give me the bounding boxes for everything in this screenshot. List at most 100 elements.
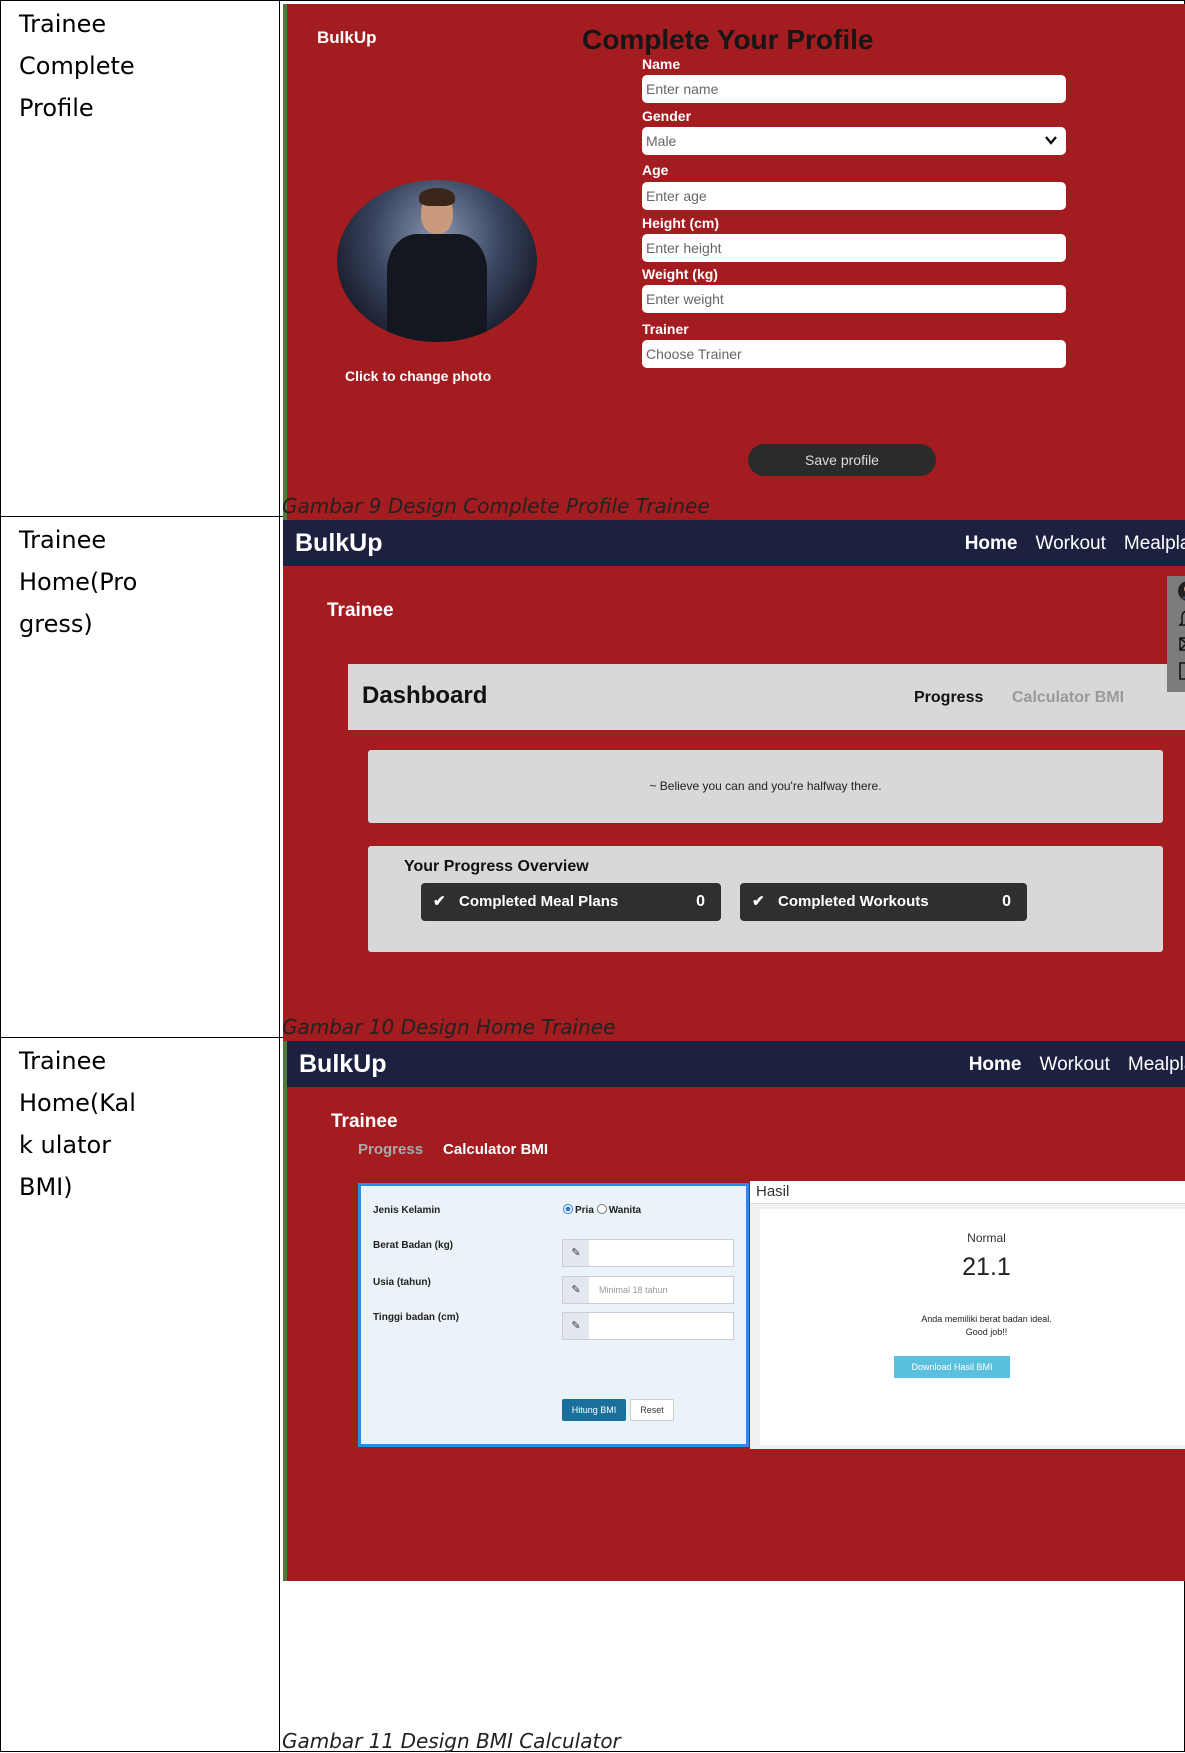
result-title: Hasil [756,1183,790,1200]
weight-label: Weight (kg) [642,266,718,282]
row-content: BulkUp Complete Your Profile Click to ch… [279,0,1185,539]
bell-icon[interactable] [1177,607,1185,629]
role-title: Trainee [331,1111,398,1132]
height-input[interactable]: ✎ [562,1312,734,1340]
gender-select[interactable]: Male [642,127,1066,155]
change-photo-link[interactable]: Click to change photo [345,368,491,384]
complete-profile-screen: BulkUp Complete Your Profile Click to ch… [283,4,1185,539]
pencil-icon: ✎ [563,1313,589,1339]
overview-title: Your Progress Overview [404,858,589,875]
figure-caption: Gambar 9 Design Complete Profile Trainee [282,494,710,518]
trainer-select[interactable]: Choose Trainer [642,340,1066,368]
age-label: Age [642,162,669,178]
nav-mealplan[interactable]: Mealplan [1128,1054,1185,1075]
name-label: Name [642,56,681,72]
dashboard-title: Dashboard [362,682,488,709]
motivation-quote: ~ Believe you can and you're halfway the… [368,750,1163,823]
save-profile-button[interactable]: Save profile [748,444,936,476]
figure-caption: Gambar 11 Design BMI Calculator [282,1729,621,1753]
card-count: 0 [1002,893,1011,910]
role-title: Trainee [327,600,394,621]
page-title: Complete Your Profile [582,24,874,55]
figure-caption: Gambar 10 Design Home Trainee [282,1015,616,1039]
progress-overview: Your Progress Overview ✔ Completed Meal … [368,846,1163,952]
row-content: BulkUp Home Workout Mealplan Trainee Progr… [279,1037,1185,1753]
card-label: Completed Meal Plans [459,893,619,910]
bmi-message: Anda memiliki berat badan ideal. Good jo… [921,1314,1052,1337]
tab-calculator-bmi[interactable]: Calculator BMI [443,1141,548,1158]
workouts-card[interactable]: ✔ Completed Workouts 0 [740,883,1027,921]
mail-icon[interactable] [1177,633,1185,655]
home-progress-screen: BulkUp Home Workout Mealplan Trainee Dashb… [283,520,1185,1065]
tab-progress[interactable]: Progress [914,689,983,707]
bmi-category: Normal [967,1231,1006,1245]
design-table: Trainee Complete Profile BulkUp Complete… [0,0,1185,1753]
result-panel: Hasil Normal 21.1 Anda memiliki berat ba… [750,1181,1185,1449]
age-placeholder: Minimal 18 tahun [599,1285,668,1295]
weight-label: Berat Badan (kg) [373,1240,454,1251]
tab-progress[interactable]: Progress [358,1141,423,1158]
avatar[interactable] [1177,580,1185,602]
nav-home[interactable]: Home [965,533,1018,554]
logout-icon[interactable] [1177,660,1185,682]
photo-hair [419,188,455,206]
chevron-down-icon [1045,136,1057,145]
height-input[interactable]: Enter height [642,234,1066,262]
bmi-form: Jenis Kelamin Pria Wanita Berat Badan (k… [358,1183,749,1447]
table-row: Trainee Complete Profile BulkUp Complete… [0,0,1185,539]
radio-pria-label: Pria [575,1205,594,1216]
gender-value: Male [646,133,677,149]
weight-input[interactable]: Enter weight [642,285,1066,313]
nav-links: Home Workout Mealplan [947,533,1185,555]
age-input[interactable]: ✎ Minimal 18 tahun [562,1276,734,1304]
weight-input[interactable]: ✎ [562,1239,734,1267]
row-label: Trainee Complete Profile [0,0,280,517]
app-logo[interactable]: BulkUp [317,28,377,48]
side-toolbar [1167,576,1185,692]
gender-label: Jenis Kelamin [373,1205,441,1216]
bmi-value: 21.1 [962,1253,1011,1281]
photo-body [387,234,487,342]
pencil-icon: ✎ [563,1277,589,1303]
nav-links: Home Workout Mealplan [951,1054,1185,1076]
bmi-calculator-screen: BulkUp Home Workout Mealplan Trainee Progr… [283,1041,1185,1581]
age-input[interactable]: Enter age [642,182,1066,210]
trainer-label: Trainer [642,321,689,337]
radio-wanita[interactable] [596,1204,607,1214]
calculate-bmi-button[interactable]: Hitung BMI [562,1399,626,1421]
quote-text: Believe you can and you're halfway there… [659,779,882,793]
radio-pria[interactable] [563,1204,573,1214]
nav-mealplan[interactable]: Mealplan [1124,533,1185,554]
row-content: BulkUp Home Workout Mealplan Trainee Dashb… [279,516,1185,1065]
check-icon: ✔ [433,893,446,910]
app-logo[interactable]: BulkUp [295,529,383,558]
reset-button[interactable]: Reset [630,1399,674,1421]
result-header: Hasil [750,1181,1185,1204]
row-label: Trainee Home(Kal k ulator BMI) [0,1037,280,1752]
gender-radios: Pria Wanita [563,1204,641,1216]
meal-plans-card[interactable]: ✔ Completed Meal Plans 0 [421,883,721,921]
name-input[interactable]: Enter name [642,75,1066,103]
table-row: Trainee Home(Kal k ulator BMI) BulkUp Ho… [0,1037,1185,1753]
pencil-icon: ✎ [563,1240,589,1266]
navbar: BulkUp Home Workout Mealplan [287,1041,1185,1087]
row-label: Trainee Home(Pro gress) [0,516,280,1038]
card-count: 0 [696,893,705,910]
tabs: Progress Calculator BMI [358,1141,548,1158]
tab-calculator-bmi[interactable]: Calculator BMI [1012,689,1124,707]
profile-photo[interactable] [337,180,537,342]
nav-workout[interactable]: Workout [1035,533,1105,554]
nav-workout[interactable]: Workout [1039,1054,1109,1075]
card-label: Completed Workouts [778,893,929,910]
check-icon: ✔ [752,893,765,910]
height-label: Tinggi badan (cm) [373,1312,459,1323]
result-body: Normal 21.1 Anda memiliki berat badan id… [760,1209,1185,1445]
navbar: BulkUp Home Workout Mealplan [283,520,1185,566]
app-logo[interactable]: BulkUp [299,1050,387,1079]
gender-label: Gender [642,108,692,124]
nav-home[interactable]: Home [969,1054,1022,1075]
trend-icon: ~ [649,779,657,793]
download-bmi-button[interactable]: Download Hasil BMI [894,1356,1010,1378]
dashboard-header: Dashboard Progress Calculator BMI [348,664,1185,730]
age-label: Usia (tahun) [373,1277,431,1288]
